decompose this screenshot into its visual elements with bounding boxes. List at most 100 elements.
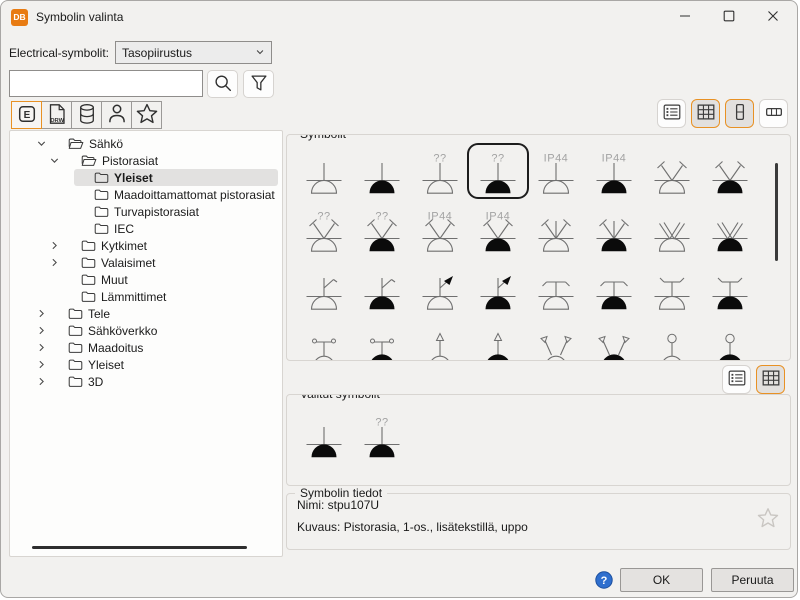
svg-text:??: ?? xyxy=(491,153,504,165)
panel-horizontal-icon xyxy=(763,101,785,126)
tree-item-pistorasiat[interactable]: Pistorasiat xyxy=(10,152,282,169)
tree-item-l-mmittimet[interactable]: Lämmittimet xyxy=(10,288,282,305)
symbol-selection-dialog: DB Symbolin valinta Electrical-symbolit:… xyxy=(0,0,798,598)
symbol-category-tree[interactable]: SähköPistorasiatYleisetMaadoittamattomat… xyxy=(9,130,283,557)
symbol-cell[interactable] xyxy=(585,261,643,313)
folder-open-icon xyxy=(81,154,97,167)
symbol-cell[interactable] xyxy=(527,319,585,361)
filter-button[interactable] xyxy=(243,70,274,98)
symbol-cell[interactable] xyxy=(701,261,759,313)
layout-horizontal-button[interactable] xyxy=(759,99,788,128)
help-button[interactable]: ? xyxy=(595,571,613,589)
symbol-cell[interactable]: IP44 xyxy=(585,145,643,197)
favorite-star-button[interactable] xyxy=(756,506,780,533)
symbol-cell[interactable] xyxy=(643,261,701,313)
drw-file-icon: DRW xyxy=(45,102,69,129)
symbol-cell[interactable] xyxy=(527,203,585,255)
chevron-down-icon[interactable] xyxy=(47,155,61,166)
chevron-right-icon[interactable] xyxy=(34,325,48,336)
ok-button[interactable]: OK xyxy=(620,568,703,592)
list-details-icon xyxy=(726,367,748,392)
person-icon xyxy=(105,102,129,129)
tree-item-yleiset[interactable]: Yleiset xyxy=(10,169,282,186)
maximize-button[interactable] xyxy=(707,2,751,32)
search-icon xyxy=(212,72,234,97)
search-input[interactable] xyxy=(9,70,203,97)
folder-closed-icon xyxy=(81,239,96,252)
symbol-cell[interactable]: ?? xyxy=(295,203,353,255)
symbol-cell[interactable]: IP44 xyxy=(527,145,585,197)
symbol-cell-selected[interactable]: ?? xyxy=(469,145,527,197)
symbol-cell[interactable] xyxy=(411,261,469,313)
selected-grid-button[interactable] xyxy=(756,365,785,394)
symbol-cell[interactable] xyxy=(353,261,411,313)
tree-item-s-hk-verkko[interactable]: Sähköverkko xyxy=(10,322,282,339)
symbol-cell[interactable] xyxy=(585,203,643,255)
symbol-cell[interactable] xyxy=(353,319,411,361)
chevron-right-icon[interactable] xyxy=(34,359,48,370)
tree-item-muut[interactable]: Muut xyxy=(10,271,282,288)
tree-item-maadoittamattomat-pistorasiat[interactable]: Maadoittamattomat pistorasiat xyxy=(10,186,282,203)
symbol-cell[interactable] xyxy=(643,145,701,197)
symbol-cell[interactable]: IP44 xyxy=(469,203,527,255)
minimize-button[interactable] xyxy=(663,2,707,32)
tree-item-kytkimet[interactable]: Kytkimet xyxy=(10,237,282,254)
tree-item-s-hk-[interactable]: Sähkö xyxy=(10,135,282,152)
tab-user-symbols[interactable] xyxy=(101,101,132,129)
folder-closed-icon xyxy=(94,205,109,218)
symbol-cell[interactable]: ?? xyxy=(353,203,411,255)
symbol-cell[interactable]: ?? xyxy=(353,409,411,461)
chevron-right-icon[interactable] xyxy=(47,257,61,268)
tree-item-3d[interactable]: 3D xyxy=(10,373,282,390)
chevron-down-icon[interactable] xyxy=(34,138,48,149)
selected-list-button[interactable] xyxy=(722,365,751,394)
app-db-icon: DB xyxy=(11,9,28,26)
tree-item-iec[interactable]: IEC xyxy=(10,220,282,237)
tab-drw-symbols[interactable]: DRW xyxy=(41,101,72,129)
list-details-icon xyxy=(661,101,683,126)
chevron-right-icon[interactable] xyxy=(47,240,61,251)
tree-item-label: Yleiset xyxy=(114,171,153,185)
tree-item-tele[interactable]: Tele xyxy=(10,305,282,322)
view-grid-button[interactable] xyxy=(691,99,720,128)
tree-item-turvapistorasiat[interactable]: Turvapistorasiat xyxy=(10,203,282,220)
folder-closed-icon xyxy=(81,273,96,286)
symbol-cell[interactable] xyxy=(701,203,759,255)
symbols-vertical-scrollbar[interactable] xyxy=(775,163,778,261)
symbol-cell[interactable] xyxy=(295,261,353,313)
search-button[interactable] xyxy=(207,70,238,98)
tree-horizontal-scrollbar[interactable] xyxy=(32,546,247,549)
symbol-cell[interactable] xyxy=(353,145,411,197)
symbol-cell[interactable] xyxy=(701,145,759,197)
folder-closed-icon xyxy=(68,375,83,388)
symbol-cell[interactable] xyxy=(295,145,353,197)
symbol-cell[interactable] xyxy=(527,261,585,313)
tree-item-valaisimet[interactable]: Valaisimet xyxy=(10,254,282,271)
chevron-right-icon[interactable] xyxy=(34,342,48,353)
layout-vertical-button[interactable] xyxy=(725,99,754,128)
tab-database-symbols[interactable] xyxy=(71,101,102,129)
library-selector-dropdown[interactable]: Tasopiirustus xyxy=(115,41,272,64)
chevron-right-icon[interactable] xyxy=(34,308,48,319)
symbol-cell[interactable] xyxy=(411,319,469,361)
tab-electrical-symbols[interactable]: E xyxy=(11,101,42,129)
symbol-cell[interactable]: IP44 xyxy=(411,203,469,255)
symbol-cell[interactable] xyxy=(643,319,701,361)
close-button[interactable] xyxy=(751,2,795,32)
tab-favorite-symbols[interactable] xyxy=(131,101,162,129)
symbol-cell[interactable] xyxy=(643,203,701,255)
view-list-button[interactable] xyxy=(657,99,686,128)
symbol-cell[interactable] xyxy=(469,319,527,361)
symbol-cell[interactable] xyxy=(585,319,643,361)
tree-item-label: 3D xyxy=(88,375,103,389)
symbol-cell[interactable]: ?? xyxy=(411,145,469,197)
tree-item-maadoitus[interactable]: Maadoitus xyxy=(10,339,282,356)
symbol-cell[interactable] xyxy=(295,319,353,361)
symbol-cell[interactable] xyxy=(295,409,353,461)
symbol-cell[interactable] xyxy=(469,261,527,313)
symbol-cell[interactable] xyxy=(701,319,759,361)
cancel-button[interactable]: Peruuta xyxy=(711,568,794,592)
chevron-right-icon[interactable] xyxy=(34,376,48,387)
tree-item-yleiset[interactable]: Yleiset xyxy=(10,356,282,373)
tree-item-label: Turvapistorasiat xyxy=(114,205,199,219)
